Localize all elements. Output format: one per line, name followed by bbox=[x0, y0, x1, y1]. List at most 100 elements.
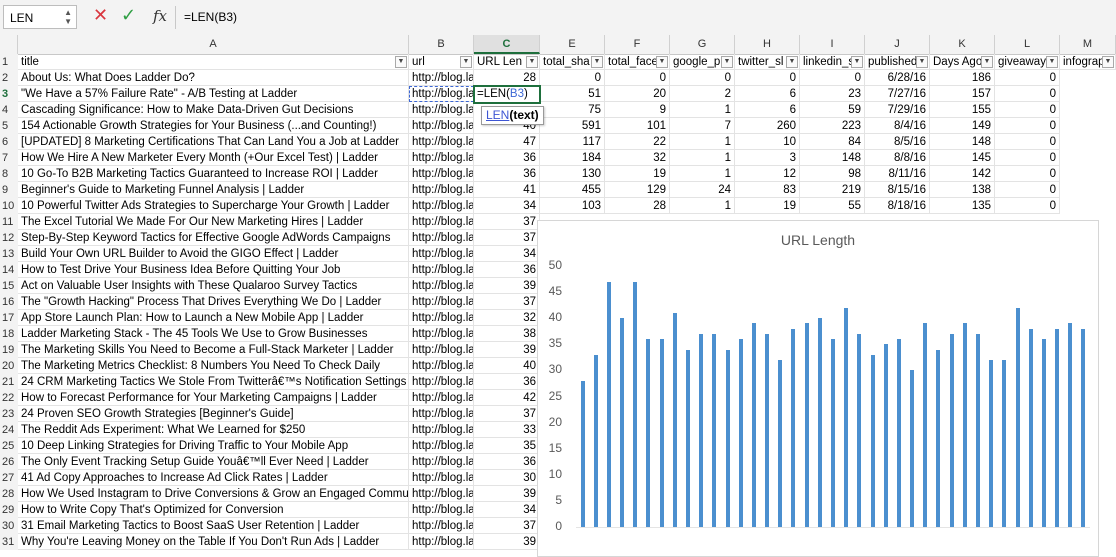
chart-bar[interactable] bbox=[804, 323, 809, 527]
cell-e9[interactable]: 455 bbox=[540, 182, 605, 198]
chart-bar[interactable] bbox=[1002, 359, 1007, 527]
cell-l8[interactable]: 0 bbox=[995, 166, 1060, 182]
cell-a5[interactable]: 154 Actionable Growth Strategies for You… bbox=[18, 118, 409, 134]
cell-b18[interactable]: http://blog.la bbox=[409, 326, 474, 342]
column-header-f[interactable]: F bbox=[605, 35, 670, 54]
cell-j3[interactable]: 7/27/16 bbox=[865, 86, 930, 102]
cell-l3[interactable]: 0 bbox=[995, 86, 1060, 102]
filter-dropdown-icon[interactable]: ▼ bbox=[460, 56, 472, 68]
cell-i7[interactable]: 148 bbox=[800, 150, 865, 166]
cell-a6[interactable]: [UPDATED] 8 Marketing Certifications Tha… bbox=[18, 134, 409, 150]
cell-i8[interactable]: 98 bbox=[800, 166, 865, 182]
cell-c26[interactable]: 36 bbox=[474, 454, 540, 470]
cell-b24[interactable]: http://blog.la bbox=[409, 422, 474, 438]
cell-c8[interactable]: 36 bbox=[474, 166, 540, 182]
cell-a20[interactable]: The Marketing Metrics Checklist: 8 Numbe… bbox=[18, 358, 409, 374]
cell-a25[interactable]: 10 Deep Linking Strategies for Driving T… bbox=[18, 438, 409, 454]
column-header-i[interactable]: I bbox=[800, 35, 865, 54]
chart-bar[interactable] bbox=[672, 312, 677, 527]
chart-bar[interactable] bbox=[817, 318, 822, 527]
row-header-2[interactable]: 2 bbox=[0, 70, 18, 86]
cell-b17[interactable]: http://blog.la bbox=[409, 310, 474, 326]
column-header-h[interactable]: H bbox=[735, 35, 800, 54]
cell-i2[interactable]: 0 bbox=[800, 70, 865, 86]
cell-a19[interactable]: The Marketing Skills You Need to Become … bbox=[18, 342, 409, 358]
chart-bar[interactable] bbox=[725, 349, 730, 527]
chart-bar[interactable] bbox=[1015, 307, 1020, 527]
cell-i10[interactable]: 55 bbox=[800, 198, 865, 214]
cell-a13[interactable]: Build Your Own URL Builder to Avoid the … bbox=[18, 246, 409, 262]
column-header-b[interactable]: B bbox=[409, 35, 474, 54]
cell-l9[interactable]: 0 bbox=[995, 182, 1060, 198]
row-header-29[interactable]: 29 bbox=[0, 502, 18, 518]
chart-bar[interactable] bbox=[712, 333, 717, 527]
chart-bar[interactable] bbox=[580, 380, 585, 527]
cell-h3[interactable]: 6 bbox=[735, 86, 800, 102]
chart-bar[interactable] bbox=[831, 339, 835, 527]
cell-h9[interactable]: 83 bbox=[735, 182, 800, 198]
cell-j10[interactable]: 8/18/16 bbox=[865, 198, 930, 214]
cell-e4[interactable]: 75 bbox=[540, 102, 605, 118]
cell-a11[interactable]: The Excel Tutorial We Made For Our New M… bbox=[18, 214, 409, 230]
chart-bar[interactable] bbox=[989, 359, 994, 527]
url-length-chart[interactable]: URL Length 0 5 10 15 20 25 30 35 40 45 50 bbox=[537, 220, 1099, 557]
cell-c16[interactable]: 37 bbox=[474, 294, 540, 310]
row-header-26[interactable]: 26 bbox=[0, 454, 18, 470]
cell-b7[interactable]: http://blog.la bbox=[409, 150, 474, 166]
cell-c15[interactable]: 39 bbox=[474, 278, 540, 294]
chart-bar[interactable] bbox=[1068, 323, 1073, 527]
filter-dropdown-icon[interactable]: ▼ bbox=[786, 56, 798, 68]
cell-i9[interactable]: 219 bbox=[800, 182, 865, 198]
cell-a23[interactable]: 24 Proven SEO Growth Strategies [Beginne… bbox=[18, 406, 409, 422]
cell-g10[interactable]: 1 bbox=[670, 198, 735, 214]
chart-bar[interactable] bbox=[659, 339, 664, 527]
cell-e7[interactable]: 184 bbox=[540, 150, 605, 166]
row-header-21[interactable]: 21 bbox=[0, 374, 18, 390]
cell-a16[interactable]: The "Growth Hacking" Process That Drives… bbox=[18, 294, 409, 310]
cell-a12[interactable]: Step-By-Step Keyword Tactics for Effecti… bbox=[18, 230, 409, 246]
cell-b9[interactable]: http://blog.la bbox=[409, 182, 474, 198]
chart-bar[interactable] bbox=[910, 370, 915, 527]
cell-g5[interactable]: 7 bbox=[670, 118, 735, 134]
cell-a14[interactable]: How to Test Drive Your Business Idea Bef… bbox=[18, 262, 409, 278]
cell-h7[interactable]: 3 bbox=[735, 150, 800, 166]
cell-j4[interactable]: 7/29/16 bbox=[865, 102, 930, 118]
row-header-12[interactable]: 12 bbox=[0, 230, 18, 246]
row-header-4[interactable]: 4 bbox=[0, 102, 18, 118]
column-header-g[interactable]: G bbox=[670, 35, 735, 54]
column-header-j[interactable]: J bbox=[865, 35, 930, 54]
chart-bar[interactable] bbox=[593, 354, 598, 527]
filter-dropdown-icon[interactable]: ▼ bbox=[981, 56, 993, 68]
cell-c6[interactable]: 47 bbox=[474, 134, 540, 150]
cell-i5[interactable]: 223 bbox=[800, 118, 865, 134]
filter-dropdown-icon[interactable]: ▼ bbox=[916, 56, 928, 68]
chart-bar[interactable] bbox=[949, 333, 954, 527]
cell-e2[interactable]: 0 bbox=[540, 70, 605, 86]
cell-a30[interactable]: 31 Email Marketing Tactics to Boost SaaS… bbox=[18, 518, 409, 534]
cell-g2[interactable]: 0 bbox=[670, 70, 735, 86]
chart-bar[interactable] bbox=[1041, 339, 1046, 527]
row-header-23[interactable]: 23 bbox=[0, 406, 18, 422]
cell-a3[interactable]: "We Have a 57% Failure Rate" - A/B Testi… bbox=[18, 86, 409, 102]
column-header-e[interactable]: E bbox=[540, 35, 605, 54]
header-cell-a[interactable]: title bbox=[18, 54, 409, 70]
name-box[interactable]: LEN ▲ ▼ bbox=[3, 5, 77, 29]
cell-a2[interactable]: About Us: What Does Ladder Do? bbox=[18, 70, 409, 86]
column-header-l[interactable]: L bbox=[995, 35, 1060, 54]
cell-l10[interactable]: 0 bbox=[995, 198, 1060, 214]
row-header-9[interactable]: 9 bbox=[0, 182, 18, 198]
cell-g9[interactable]: 24 bbox=[670, 182, 735, 198]
cell-b19[interactable]: http://blog.la bbox=[409, 342, 474, 358]
cell-a18[interactable]: Ladder Marketing Stack - The 45 Tools We… bbox=[18, 326, 409, 342]
cell-g8[interactable]: 1 bbox=[670, 166, 735, 182]
cell-c25[interactable]: 35 bbox=[474, 438, 540, 454]
cell-c12[interactable]: 37 bbox=[474, 230, 540, 246]
row-header-16[interactable]: 16 bbox=[0, 294, 18, 310]
row-header-13[interactable]: 13 bbox=[0, 246, 18, 262]
cell-f2[interactable]: 0 bbox=[605, 70, 670, 86]
chart-bar[interactable] bbox=[606, 281, 611, 527]
tooltip-function-link[interactable]: LEN bbox=[486, 108, 509, 122]
cell-b13[interactable]: http://blog.la bbox=[409, 246, 474, 262]
cancel-formula-icon[interactable]: ✕ bbox=[93, 6, 108, 24]
row-header-6[interactable]: 6 bbox=[0, 134, 18, 150]
